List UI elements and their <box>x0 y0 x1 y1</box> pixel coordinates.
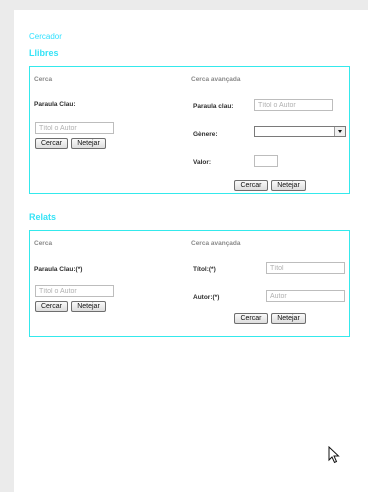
chevron-down-icon[interactable] <box>334 127 345 136</box>
clear-button[interactable]: Netejar <box>71 301 106 312</box>
title-input[interactable] <box>266 262 345 274</box>
keyword-label: Paraula Clau:(*) <box>34 266 83 273</box>
advanced-keyword-input[interactable] <box>254 99 333 111</box>
author-input[interactable] <box>266 290 345 302</box>
value-label: Valor: <box>193 159 212 166</box>
llibres-search-panel: Cerca Cerca avançada Paraula Clau: Cerca… <box>29 66 350 194</box>
cerca-avancada-heading: Cerca avançada <box>191 76 241 83</box>
page-content: Cercador Llibres Cerca Cerca avançada Pa… <box>14 10 368 492</box>
section-title-llibres: Llibres <box>29 48 59 58</box>
relats-search-panel: Cerca Cerca avançada Paraula Clau:(*) Ce… <box>29 230 350 337</box>
section-title-relats: Relats <box>29 212 57 222</box>
advanced-keyword-label: Paraula clau: <box>193 103 234 110</box>
advanced-search-button[interactable]: Cercar <box>234 313 268 324</box>
cerca-heading: Cerca <box>34 76 53 83</box>
value-input[interactable] <box>254 155 278 167</box>
genre-label: Gènere: <box>193 131 218 138</box>
keyword-label: Paraula Clau: <box>34 101 76 108</box>
mouse-pointer-icon <box>328 446 340 464</box>
advanced-clear-button[interactable]: Netejar <box>271 180 306 191</box>
advanced-search-button[interactable]: Cercar <box>234 180 268 191</box>
cerca-avancada-heading: Cerca avançada <box>191 240 241 247</box>
cerca-heading: Cerca <box>34 240 53 247</box>
author-label: Autor:(*) <box>193 294 220 301</box>
search-button[interactable]: Cercar <box>35 301 68 312</box>
advanced-clear-button[interactable]: Netejar <box>271 313 306 324</box>
title-label: Títol:(*) <box>193 266 216 273</box>
keyword-input[interactable] <box>35 285 114 297</box>
keyword-input[interactable] <box>35 122 114 134</box>
genre-select[interactable] <box>254 126 346 137</box>
site-title: Cercador <box>29 32 62 41</box>
clear-button[interactable]: Netejar <box>71 138 106 149</box>
search-button[interactable]: Cercar <box>35 138 68 149</box>
